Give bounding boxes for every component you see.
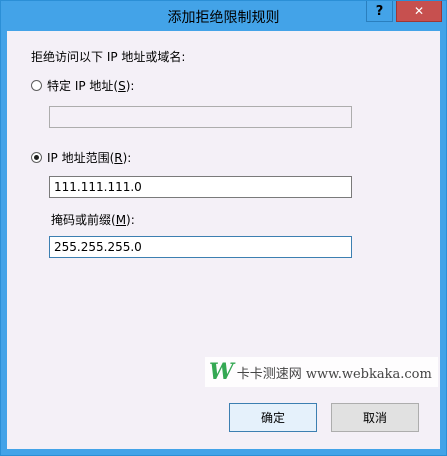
specific-ip-label[interactable]: 特定 IP 地址(S): xyxy=(47,77,134,94)
cancel-button[interactable]: 取消 xyxy=(331,403,419,432)
watermark-logo-icon: W xyxy=(209,359,234,385)
mask-label: 掩码或前缀(M): xyxy=(51,213,135,227)
title-bar[interactable]: 添加拒绝限制规则 ? ✕ xyxy=(1,1,446,31)
help-icon: ? xyxy=(375,3,384,19)
ip-range-field[interactable]: 111.111.111.0 xyxy=(49,176,352,198)
watermark-text: 卡卡测速网 www.webkaka.com xyxy=(236,366,432,382)
ip-range-label[interactable]: IP 地址范围(R): xyxy=(47,149,131,166)
specific-ip-field[interactable] xyxy=(49,106,352,128)
ip-range-radio[interactable] xyxy=(31,152,42,163)
restriction-heading: 拒绝访问以下 IP 地址或域名: xyxy=(31,50,186,64)
close-icon: ✕ xyxy=(413,4,425,18)
close-button[interactable]: ✕ xyxy=(396,1,442,22)
specific-ip-radio[interactable] xyxy=(31,80,42,91)
mask-field[interactable]: 255.255.255.0 xyxy=(49,236,352,258)
help-button[interactable]: ? xyxy=(366,1,393,22)
radio-selected-dot xyxy=(34,155,39,160)
dialog-window: 添加拒绝限制规则 ? ✕ 拒绝访问以下 IP 地址或域名: 特定 IP 地址(S… xyxy=(0,0,447,456)
ok-button[interactable]: 确定 xyxy=(229,403,317,432)
site-watermark: W 卡卡测速网 www.webkaka.com xyxy=(205,357,438,387)
